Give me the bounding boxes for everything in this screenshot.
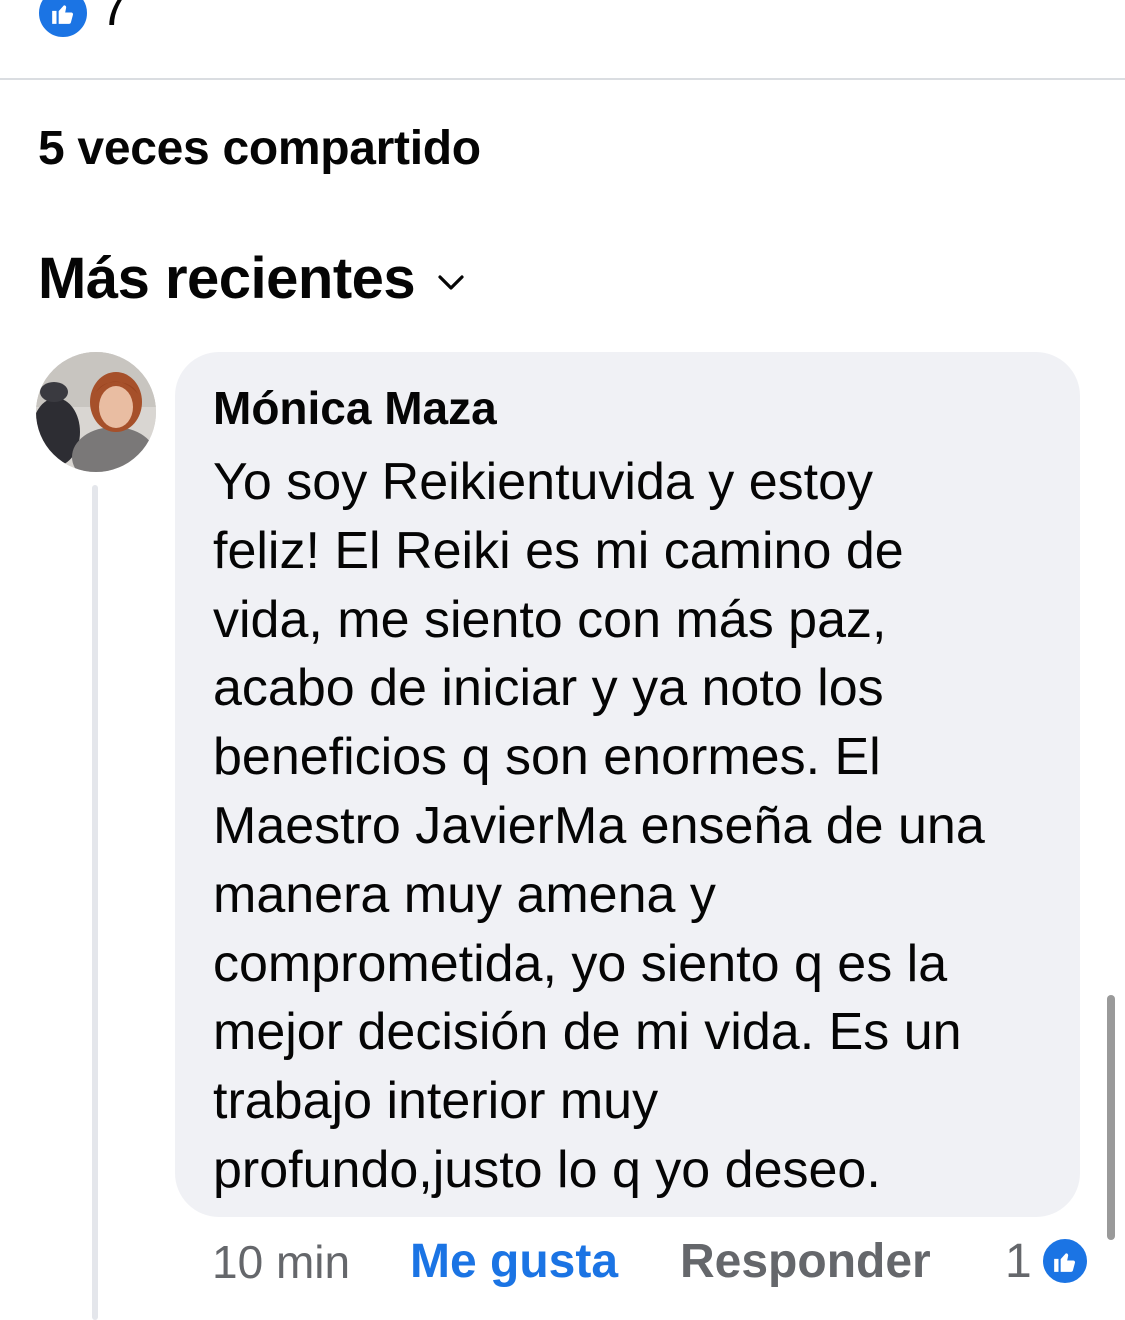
thumbs-up-icon[interactable] — [1040, 1236, 1090, 1286]
avatar[interactable] — [36, 352, 156, 472]
reaction-count: 7 — [100, 0, 129, 37]
comment-bubble[interactable]: Mónica Maza Yo soy Reikientuvida y estoy… — [175, 352, 1080, 1217]
reply-button[interactable]: Responder — [680, 1232, 931, 1292]
shares-count[interactable]: 5 veces compartido — [38, 120, 481, 178]
comment-time[interactable]: 10 min — [212, 1232, 350, 1292]
comment-actions: 10 min Me gusta Responder 1 — [212, 1232, 1092, 1296]
chevron-down-icon — [438, 275, 464, 290]
thumbs-up-icon — [36, 0, 90, 40]
sort-label: Más recientes — [38, 246, 416, 311]
comment-author[interactable]: Mónica Maza — [213, 380, 497, 436]
reactions-summary[interactable]: 7 — [0, 0, 1125, 78]
scrollbar[interactable] — [1107, 995, 1115, 1240]
divider — [0, 78, 1125, 80]
thread-line — [92, 485, 98, 1320]
comment-like-count: 1 — [1005, 1235, 1032, 1288]
like-button[interactable]: Me gusta — [410, 1232, 618, 1292]
sort-selector[interactable]: Más recientes — [38, 245, 465, 313]
comments-screen: 7 5 veces compartido Más recientes Mónic… — [0, 0, 1125, 1320]
comment-text: Yo soy Reikientuvida y estoy feliz! El R… — [213, 453, 985, 1199]
